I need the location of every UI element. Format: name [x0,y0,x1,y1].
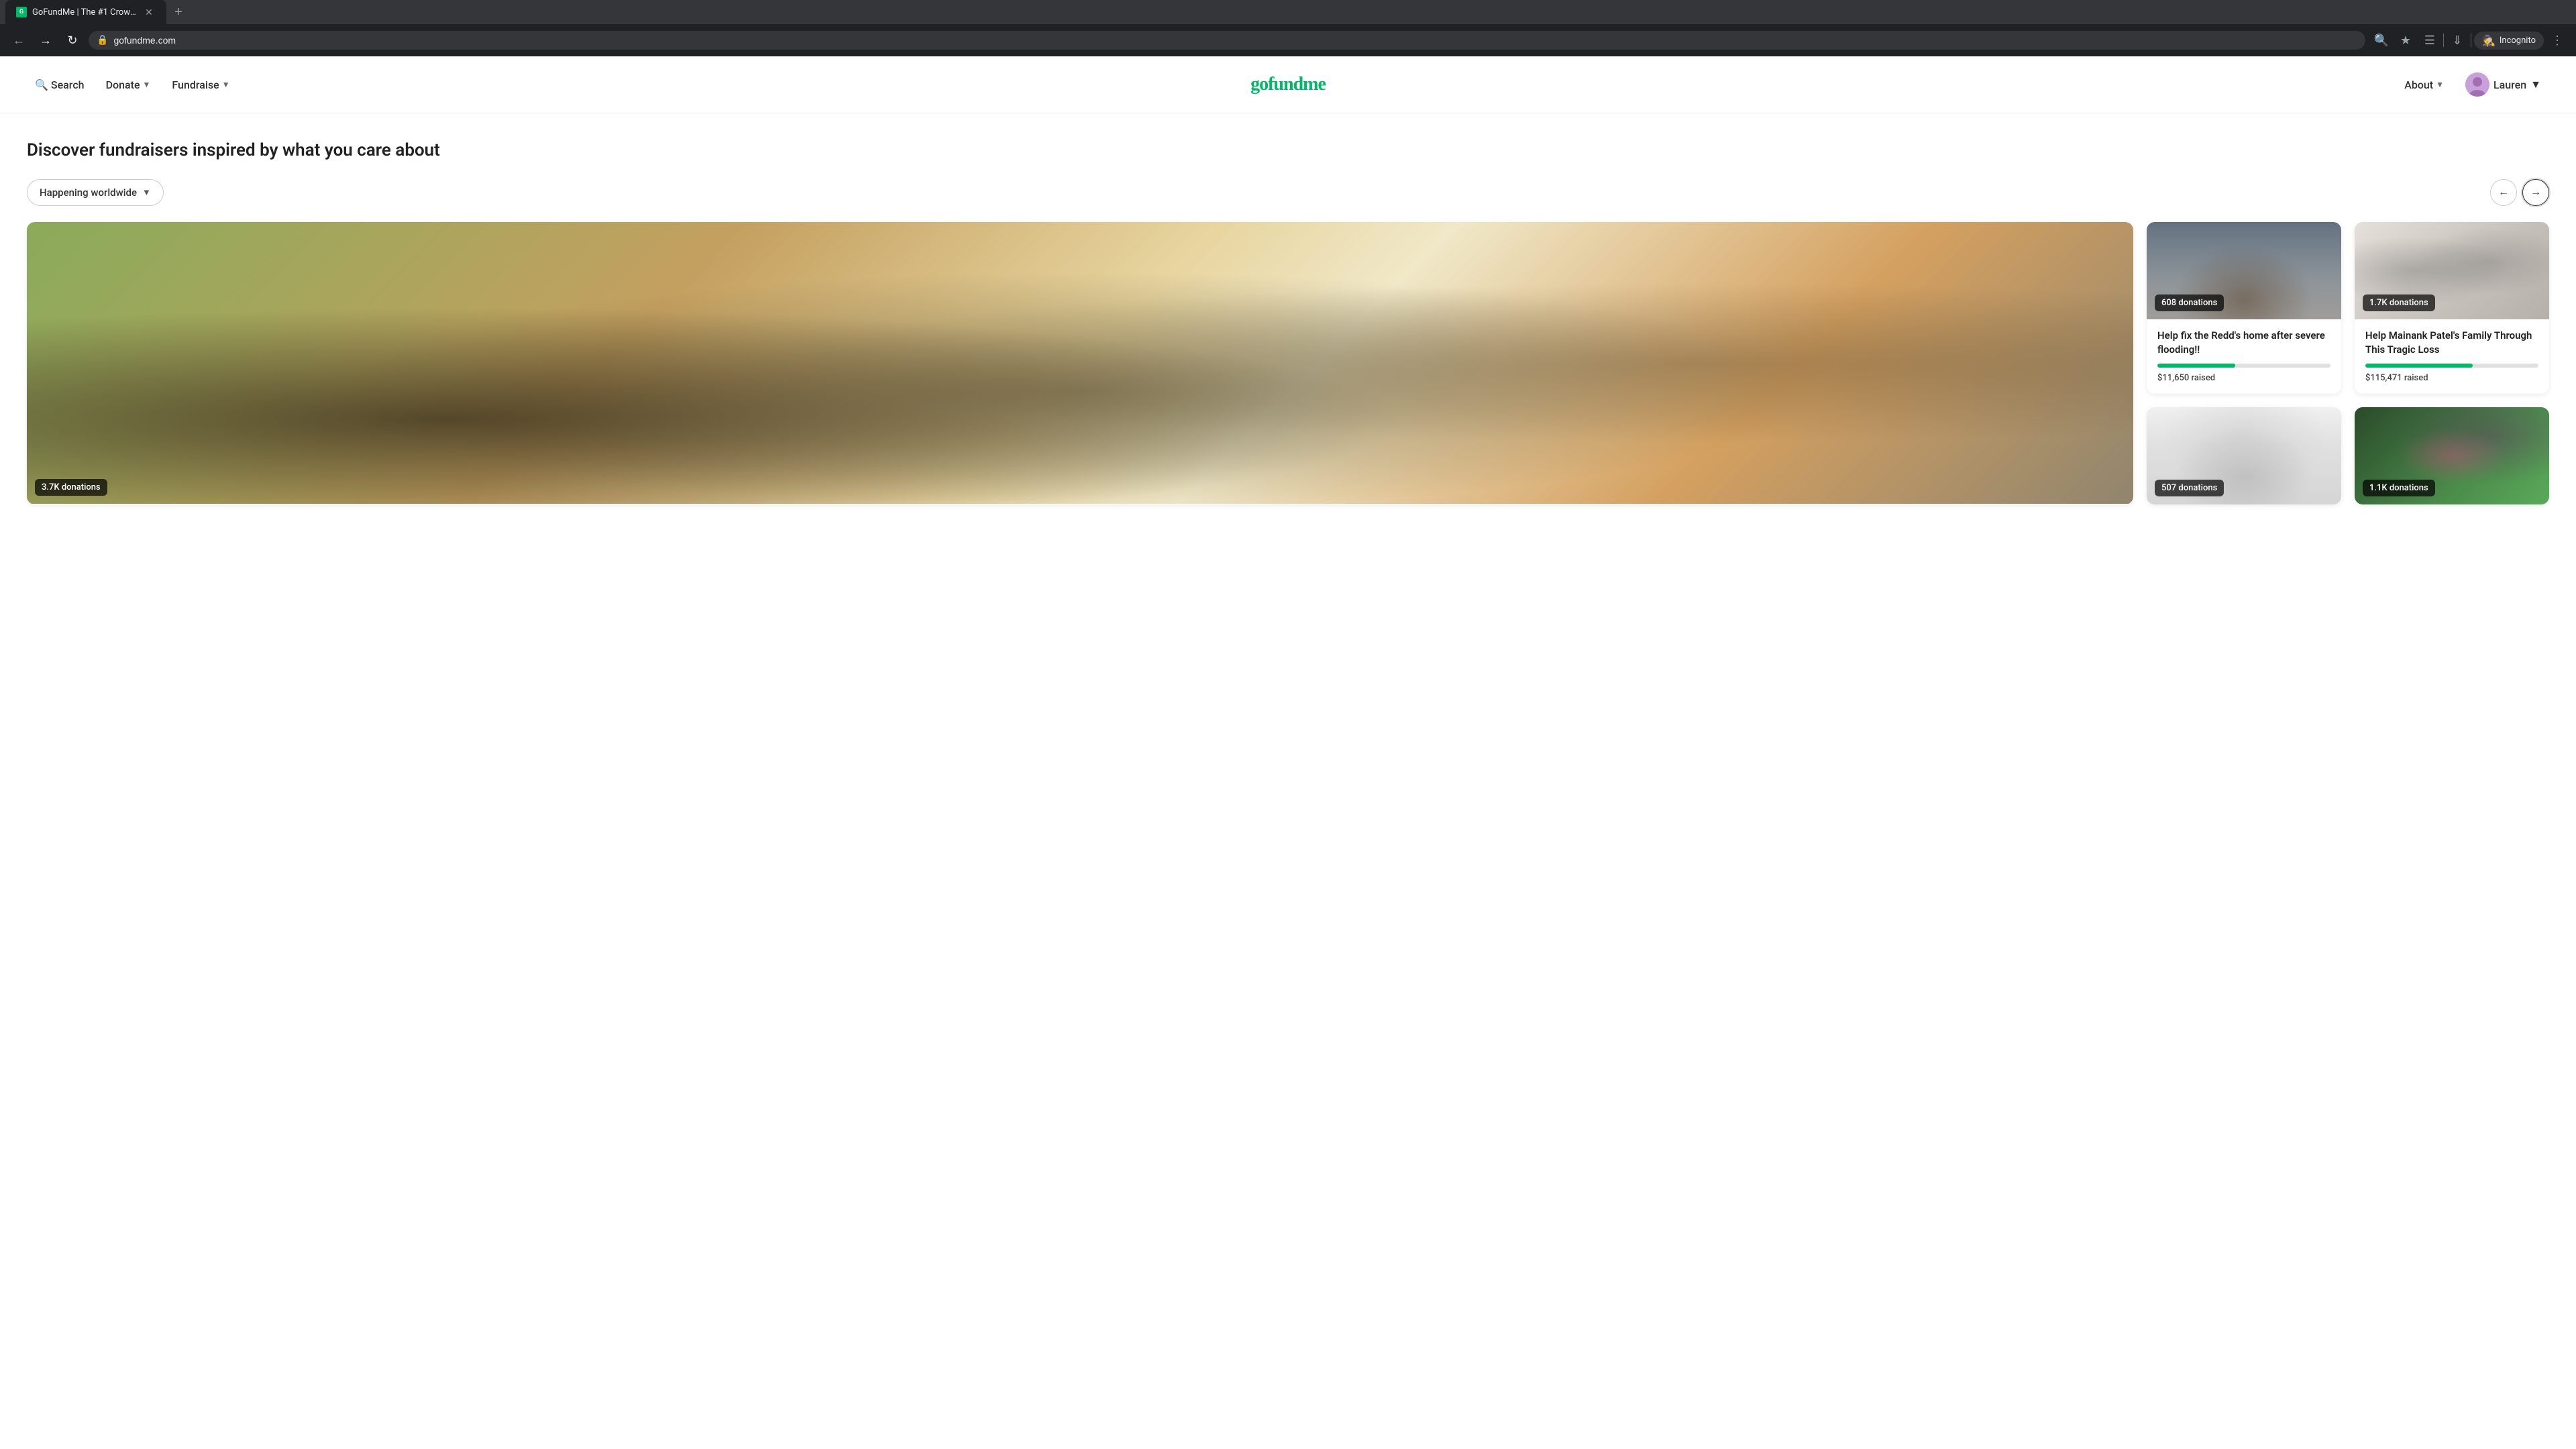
about-chevron-icon: ▼ [2436,80,2444,89]
search-icon: 🔍 [35,78,48,91]
tab-bar: G GoFundMe | The #1 Crowdfund... ✕ + [0,0,2576,24]
browser-toolbar: ← → ↻ 🔒 🔍 ★ ☰ ⇓ 🕵 Incognito ⋮ [0,24,2576,56]
page-content: 🔍 Search Donate ▼ Fundraise ▼ gofundme A… [0,56,2576,518]
donate-chevron-icon: ▼ [143,80,151,89]
search-label: Search [51,78,85,91]
site-nav-right: About ▼ Lauren ▼ [2396,67,2549,102]
site-logo-container[interactable]: gofundme [1250,74,1326,95]
donate-nav-item[interactable]: Donate ▼ [98,73,159,97]
card-body-family: Help Mainank Patel's Family Through This… [2355,319,2549,394]
extensions-button[interactable]: ☰ [2419,30,2440,51]
address-bar[interactable]: 🔒 [89,31,2365,50]
incognito-badge[interactable]: 🕵 Incognito [2474,32,2544,50]
card-cycling-group[interactable]: 3.7K donations [27,222,2133,504]
site-nav-left: 🔍 Search Donate ▼ Fundraise ▼ [27,73,238,97]
card-title-home: Help fix the Redd's home after severe fl… [2157,329,2330,357]
fundraise-nav-item[interactable]: Fundraise ▼ [164,73,237,97]
browser-chrome: G GoFundMe | The #1 Crowdfund... ✕ + ← →… [0,0,2576,56]
incognito-label: Incognito [2500,36,2536,46]
bookmark-button[interactable]: ★ [2395,30,2416,51]
raised-amount-family: $115,471 raised [2365,373,2538,383]
search-nav-item[interactable]: 🔍 Search [27,73,93,97]
user-menu[interactable]: Lauren ▼ [2457,67,2549,102]
carousel-nav: ← → [2490,179,2549,206]
raised-amount-home: $11,650 raised [2157,373,2330,383]
progress-bar-home [2157,364,2330,368]
filter-bar: Happening worldwide ▼ ← → [27,179,2549,206]
next-arrow-button[interactable]: → [2522,179,2549,206]
home-donations-badge: 608 donations [2155,294,2224,311]
about-label: About [2404,78,2433,91]
progress-bar-family [2365,364,2538,368]
card-mainank-patel[interactable]: 1.7K donations Help Mainank Patel's Fami… [2355,222,2549,394]
card-image-home: 608 donations [2147,222,2341,319]
site-logo: gofundme [1250,74,1326,95]
reload-button[interactable]: ↻ [62,30,83,51]
lock-icon: 🔒 [97,35,108,46]
tab-favicon: G [16,7,27,17]
progress-fill-family [2365,364,2473,368]
back-button[interactable]: ← [8,30,30,51]
card-image-family: 1.7K donations [2355,222,2549,319]
family-donations-badge: 1.7K donations [2363,294,2435,311]
cards-grid: 3.7K donations 608 donations Help fix th… [27,222,2549,504]
cyclist-donations-badge: 1.1K donations [2363,480,2435,496]
incognito-icon: 🕵 [2482,34,2496,47]
avatar [2465,72,2489,97]
card-image-white-coat: 507 donations [2147,407,2341,504]
cycling-donations-badge: 3.7K donations [35,479,107,496]
tab-title: GoFundMe | The #1 Crowdfund... [32,7,137,17]
card-white-coat[interactable]: 507 donations [2147,407,2341,504]
new-tab-button[interactable]: + [169,3,188,21]
white-coat-donations-badge: 507 donations [2155,480,2224,496]
section-title: Discover fundraisers inspired by what yo… [27,140,2549,160]
card-image-cyclist: 1.1K donations [2355,407,2549,504]
card-title-family: Help Mainank Patel's Family Through This… [2365,329,2538,357]
main-section: Discover fundraisers inspired by what yo… [0,113,2576,518]
menu-button[interactable]: ⋮ [2546,30,2568,51]
toolbar-actions: 🔍 ★ ☰ ⇓ 🕵 Incognito ⋮ [2371,30,2568,51]
search-toolbar-button[interactable]: 🔍 [2371,30,2392,51]
donate-label: Donate [106,78,140,91]
card-body-home: Help fix the Redd's home after severe fl… [2147,319,2341,394]
user-chevron-icon: ▼ [2530,78,2541,91]
prev-arrow-button[interactable]: ← [2490,179,2517,206]
card-image-cycling: 3.7K donations [27,222,2133,504]
active-tab[interactable]: G GoFundMe | The #1 Crowdfund... ✕ [5,0,166,24]
card-redd-home[interactable]: 608 donations Help fix the Redd's home a… [2147,222,2341,394]
fundraise-chevron-icon: ▼ [222,80,230,89]
about-nav-item[interactable]: About ▼ [2396,73,2452,97]
location-filter-label: Happening worldwide [40,186,137,199]
fundraise-label: Fundraise [172,78,219,91]
filter-chevron-icon: ▼ [142,187,151,198]
site-header: 🔍 Search Donate ▼ Fundraise ▼ gofundme A… [0,56,2576,113]
download-button[interactable]: ⇓ [2447,30,2468,51]
tab-close-button[interactable]: ✕ [142,5,156,19]
location-filter[interactable]: Happening worldwide ▼ [27,179,164,206]
toolbar-separator [2443,34,2444,47]
progress-fill-home [2157,364,2235,368]
url-input[interactable] [113,35,2357,46]
card-cyclist-pink[interactable]: 1.1K donations [2355,407,2549,504]
forward-button[interactable]: → [35,30,56,51]
cycling-image [27,222,2133,504]
user-name-label: Lauren [2493,78,2526,91]
